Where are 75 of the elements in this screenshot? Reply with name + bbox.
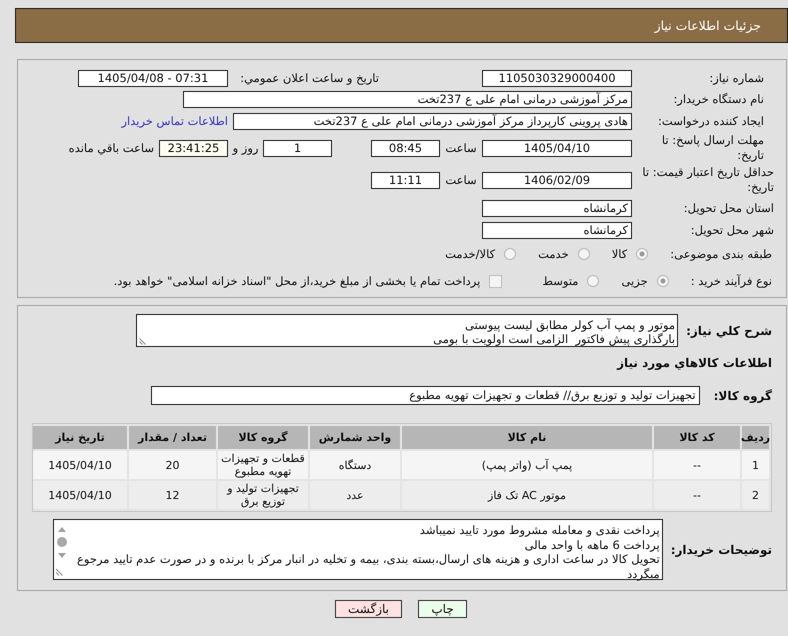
resize-grip-icon[interactable] bbox=[55, 568, 63, 576]
field-label: حداقل تاریخ اعتبار قیمت: تا تاریخ: bbox=[641, 165, 775, 195]
field-label: نوع فرآیند خرید : bbox=[690, 274, 773, 288]
price-date-field[interactable]: 1406/02/09 bbox=[482, 172, 632, 188]
table-cell: قطعات و تجهیزات تهویه مطبوع bbox=[218, 451, 308, 479]
requester-field[interactable]: هادی پروینی کارپرداز مرکز آموزشی درمانی امام علی ع 237تخت bbox=[233, 112, 632, 130]
scroll-up-icon[interactable] bbox=[58, 527, 66, 532]
table-cell: 1405/04/10 bbox=[33, 481, 127, 509]
table-header-cell: تعداد / مقدار bbox=[129, 426, 216, 449]
radio-option[interactable]: جزیی bbox=[621, 274, 669, 288]
field-label: گروه کالا: bbox=[714, 388, 772, 402]
goods-group-field[interactable]: تجهیزات تولید و توزیع برق// قطعات و تجهیزات تهویه مطبوع bbox=[150, 386, 700, 405]
buyer-notes-field[interactable]: پرداخت نقدی و معامله مشروط مورد تایید نمیباشد پرداخت 6 ماهه با واحد مالی تحویل کالا در ساعت اداری و هزینه های ارسال،بسته بندی، بیمه و تخلیه در انبار مرکز با برنده و در صورت عدم تایید مرجوع میگردد bbox=[52, 519, 663, 580]
days-field[interactable]: 1 bbox=[263, 140, 332, 156]
province-field[interactable]: کرمانشاه bbox=[482, 200, 632, 216]
days-label: روز و bbox=[231, 141, 260, 155]
field-label: شرح کلي نیاز: bbox=[686, 324, 772, 338]
field-label: تاریخ و ساعت اعلان عمومي: bbox=[239, 71, 380, 85]
table-cell: 1405/04/10 bbox=[33, 451, 127, 479]
reply-date-field[interactable]: 1405/04/10 bbox=[482, 140, 632, 156]
field-label: شماره نیاز: bbox=[708, 70, 765, 86]
table-header-cell: کد کالا bbox=[654, 426, 740, 449]
time-label: ساعت bbox=[444, 173, 478, 187]
field-label: طبقه بندی موضوعی: bbox=[670, 247, 773, 261]
price-time-field[interactable]: 11:11 bbox=[371, 172, 440, 188]
table-header-cell: واحد شمارش bbox=[310, 426, 400, 449]
table-cell: 12 bbox=[129, 481, 216, 509]
radio-icon[interactable] bbox=[636, 248, 648, 260]
table-header-cell: ردیف bbox=[742, 426, 769, 449]
contact-link[interactable]: اطلاعات تماس خریدار bbox=[121, 114, 228, 128]
resize-grip-icon[interactable] bbox=[139, 338, 146, 345]
table-cell: دستگاه bbox=[310, 451, 400, 479]
table-cell: -- bbox=[654, 451, 740, 479]
checkbox-icon[interactable] bbox=[489, 274, 502, 288]
table-header-cell: گروه کالا bbox=[218, 426, 308, 449]
radio-option[interactable]: خدمت bbox=[538, 247, 590, 261]
time-label: ساعت bbox=[444, 141, 478, 155]
radio-option[interactable]: متوسط bbox=[542, 274, 600, 288]
table-cell: 1 bbox=[742, 451, 769, 479]
city-field[interactable]: کرمانشاه bbox=[482, 222, 632, 238]
radio-icon[interactable] bbox=[656, 275, 669, 287]
scrollbar-thumb[interactable] bbox=[56, 537, 67, 547]
field-label: استان محل تحویل: bbox=[682, 200, 775, 216]
table-cell: تجهیزات تولید و توزیع برق bbox=[218, 481, 308, 509]
field-label: نام دستگاه خریدار: bbox=[672, 92, 765, 106]
need-number-field[interactable]: 1105030329000400 bbox=[482, 70, 632, 86]
table-header-cell: نام کالا bbox=[402, 426, 652, 449]
radio-icon[interactable] bbox=[578, 248, 590, 260]
description-field[interactable]: موتور و پمپ آب کولر مطابق لیست پیوستی بارگذاری پیش فاکتور الزامی است اولویت با بومی bbox=[136, 314, 678, 347]
buyer-name-field[interactable]: مرکز آموزشی درمانی امام علی ع 237تخت bbox=[183, 90, 632, 108]
section-heading: اطلاعات کالاهاي مورد نیاز bbox=[617, 355, 772, 372]
field-label: شهر محل تحویل: bbox=[690, 222, 775, 238]
table-cell: 2 bbox=[742, 481, 769, 509]
table-header-cell: تاریخ نیاز bbox=[33, 426, 127, 449]
table-cell: عدد bbox=[310, 481, 400, 509]
announce-date-field[interactable]: 1405/04/08 - 07:31 bbox=[78, 70, 228, 86]
field-label: مهلت ارسال پاسخ: تا تاریخ: bbox=[660, 133, 765, 163]
reply-time-field[interactable]: 08:45 bbox=[371, 140, 440, 156]
remaining-label: ساعت باقي مانده bbox=[68, 141, 154, 155]
back-button[interactable]: بازگشت bbox=[335, 600, 402, 618]
radio-icon[interactable] bbox=[587, 275, 600, 287]
field-label: ایجاد کننده درخواست: bbox=[657, 114, 765, 128]
radio-option[interactable]: کالا/خدمت bbox=[445, 247, 516, 261]
radio-icon[interactable] bbox=[504, 248, 516, 260]
table-cell: پمپ آب (واتر پمپ) bbox=[402, 451, 652, 479]
table-cell: -- bbox=[654, 481, 740, 509]
print-button[interactable]: چاپ bbox=[418, 600, 467, 618]
remaining-time-field[interactable]: 23:41:25 bbox=[159, 140, 228, 156]
table-cell: موتور AC تک فاز bbox=[402, 481, 652, 509]
page-title: جزئیات اطلاعات نیاز bbox=[654, 18, 761, 33]
table-cell: 20 bbox=[129, 451, 216, 479]
checkbox-option[interactable]: پرداخت تمام یا بخشی از مبلغ خرید،از محل "اسناد خزانه اسلامی" خواهد بود. bbox=[114, 274, 502, 288]
radio-option[interactable]: کالا bbox=[612, 247, 648, 261]
scroll-down-icon[interactable] bbox=[58, 553, 66, 558]
field-label: توضیحات خریدار: bbox=[670, 542, 772, 556]
